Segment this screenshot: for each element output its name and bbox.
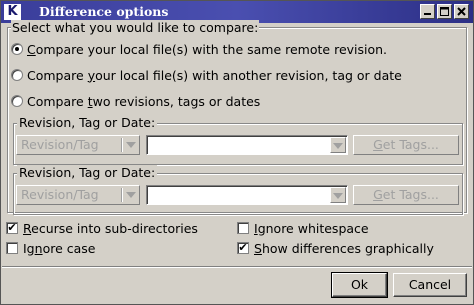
- close-icon: [457, 7, 466, 16]
- cancel-button[interactable]: Cancel: [393, 273, 467, 297]
- revision-group-2-title: Revision, Tag or Date:: [17, 165, 158, 180]
- close-button[interactable]: [454, 4, 469, 19]
- get-tags-button-2[interactable]: Get Tags...: [353, 185, 459, 205]
- checkbox-ignore-whitespace[interactable]: Ignore whitespace: [237, 220, 369, 236]
- radio-same-remote-revision[interactable]: Compare your local file(s) with the same…: [11, 41, 387, 57]
- checkbox-show-graphically[interactable]: ✔ Show differences graphically: [237, 240, 434, 256]
- difference-options-dialog: K Difference options Select what you wou…: [0, 0, 474, 305]
- app-k-icon[interactable]: K: [4, 4, 21, 20]
- revision-type-value: Revision/Tag: [21, 137, 99, 152]
- revision-input-combo-1[interactable]: [146, 135, 348, 155]
- ok-button[interactable]: Ok: [331, 272, 388, 298]
- revision-type-combo-2[interactable]: Revision/Tag: [16, 185, 140, 205]
- minimize-button[interactable]: [420, 4, 435, 19]
- checkbox[interactable]: [237, 222, 249, 234]
- chevron-down-icon[interactable]: [330, 187, 346, 203]
- window-title: Difference options: [39, 4, 169, 19]
- revision-type-value: Revision/Tag: [21, 187, 99, 202]
- radio-two-revisions[interactable]: Compare two revisions, tags or dates: [11, 93, 260, 109]
- checkbox-recurse[interactable]: ✔ Recurse into sub-directories: [6, 220, 198, 236]
- maximize-button[interactable]: [437, 4, 452, 19]
- chevron-down-icon: [126, 192, 136, 198]
- checkbox[interactable]: [6, 242, 18, 254]
- revision-group-1-title: Revision, Tag or Date:: [17, 115, 158, 130]
- checkbox-label: Recurse into sub-directories: [23, 220, 198, 236]
- checkbox[interactable]: ✔: [6, 222, 18, 234]
- radio-another-revision[interactable]: Compare your local file(s) with another …: [11, 67, 402, 83]
- checkbox-label: Ignore whitespace: [254, 220, 369, 236]
- radio-label: Compare two revisions, tags or dates: [27, 93, 261, 109]
- maximize-icon: [440, 7, 449, 16]
- radio-label: Compare your local file(s) with another …: [27, 67, 402, 83]
- radio-button-selected[interactable]: [11, 43, 23, 55]
- revision-type-combo-1[interactable]: Revision/Tag: [16, 135, 140, 155]
- radio-button[interactable]: [11, 69, 23, 81]
- checkbox-ignore-case[interactable]: Ignore case: [6, 240, 95, 256]
- get-tags-button-1[interactable]: Get Tags...: [353, 135, 459, 155]
- chevron-down-icon[interactable]: [330, 137, 346, 153]
- compare-section-label: Select what you would like to compare:: [11, 20, 260, 35]
- combo-separator: [121, 138, 122, 152]
- combo-separator: [121, 188, 122, 202]
- revision-input-combo-2[interactable]: [146, 185, 348, 205]
- checkbox[interactable]: ✔: [237, 242, 249, 254]
- checkbox-label: Ignore case: [23, 240, 96, 256]
- minimize-icon: [424, 13, 431, 15]
- radio-label: Compare your local file(s) with the same…: [27, 41, 388, 57]
- checkbox-label: Show differences graphically: [254, 240, 434, 256]
- radio-button[interactable]: [11, 95, 23, 107]
- chevron-down-icon: [126, 142, 136, 148]
- button-divider: [2, 266, 472, 268]
